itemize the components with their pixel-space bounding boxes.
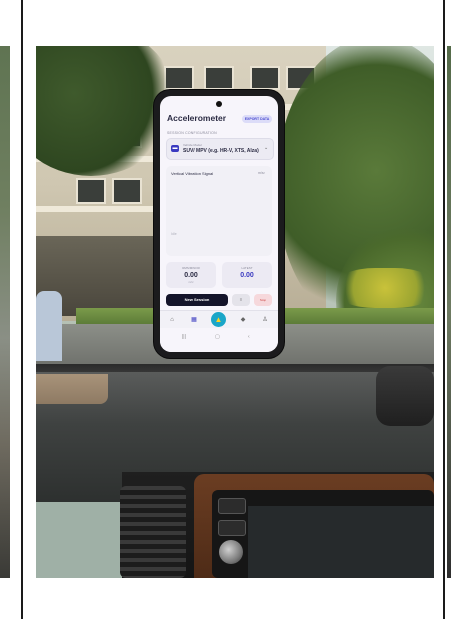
stop-button[interactable]: Stop xyxy=(254,294,272,306)
chevron-down-icon: ⌄ xyxy=(264,145,269,151)
signal-chart-card: Vertical Vibration Signal m/s² Idle xyxy=(166,166,272,256)
window xyxy=(250,66,280,90)
map-icon[interactable]: ◆ xyxy=(238,315,248,325)
adjacent-photo-right xyxy=(447,46,451,578)
air-vent xyxy=(120,486,186,578)
new-session-button[interactable]: New Session xyxy=(166,294,228,306)
signal-unit: m/s² xyxy=(258,171,265,175)
home-icon[interactable]: ⌂ xyxy=(167,315,177,325)
person xyxy=(36,291,62,361)
stat-unit: m/s² xyxy=(188,281,194,284)
stat-card: RMS/MINOR 0.00 m/s² xyxy=(166,262,216,288)
phone-mount-base xyxy=(376,366,434,426)
stat-label: RMS/MINOR xyxy=(182,266,200,270)
window xyxy=(76,178,106,204)
head-unit-button xyxy=(218,498,246,514)
window xyxy=(112,178,142,204)
section-label: SESSION CONFIGURATION xyxy=(167,131,217,135)
warning-icon[interactable]: ▲ xyxy=(211,312,226,327)
car-icon: ▬ xyxy=(171,145,179,152)
stat-value: 0.00 xyxy=(240,272,254,279)
head-unit-screen xyxy=(248,506,434,578)
vehicle-sub-label: Vehicle Model xyxy=(183,143,202,147)
dashboard-mat xyxy=(36,374,108,404)
chart-icon[interactable]: ▦ xyxy=(189,315,199,325)
right-divider xyxy=(443,0,445,619)
recent-apps-icon[interactable]: ||| xyxy=(182,334,186,340)
stat-card: LATEST 0.00 xyxy=(222,262,272,288)
front-camera xyxy=(216,101,222,107)
volume-knob xyxy=(219,540,243,564)
home-button-icon[interactable]: ▢ xyxy=(215,334,220,340)
signal-title: Vertical Vibration Signal xyxy=(171,171,214,176)
app-title: Accelerometer xyxy=(167,113,227,123)
system-nav-bar: ||| ▢ ‹ xyxy=(160,328,278,352)
adjacent-photo-left xyxy=(0,46,10,578)
head-unit-button xyxy=(218,520,246,536)
smartphone: Accelerometer EXPORT DATA SESSION CONFIG… xyxy=(154,90,284,358)
vehicle-model-select[interactable]: ▬ Vehicle Model SUV/ MPV (e.g. HR-V, XTS… xyxy=(166,138,274,160)
stat-value: 0.00 xyxy=(184,272,198,279)
stat-label: LATEST xyxy=(241,266,253,270)
menu-button[interactable]: ≡ xyxy=(232,294,250,306)
person-icon[interactable]: ♙ xyxy=(260,315,270,325)
export-data-button[interactable]: EXPORT DATA xyxy=(242,115,272,123)
flower-bush xyxy=(336,268,434,308)
signal-status: Idle xyxy=(171,232,177,236)
left-divider xyxy=(21,0,23,619)
phone-screen: Accelerometer EXPORT DATA SESSION CONFIG… xyxy=(160,96,278,352)
vehicle-model-value: SUV/ MPV (e.g. HR-V, XTS, Alza) xyxy=(183,148,259,154)
bottom-nav: ⌂ ▦ ▲ ◆ ♙ xyxy=(160,310,278,329)
back-icon[interactable]: ‹ xyxy=(248,334,250,340)
window xyxy=(204,66,234,90)
car-dashboard-photo: Accelerometer EXPORT DATA SESSION CONFIG… xyxy=(36,46,434,578)
